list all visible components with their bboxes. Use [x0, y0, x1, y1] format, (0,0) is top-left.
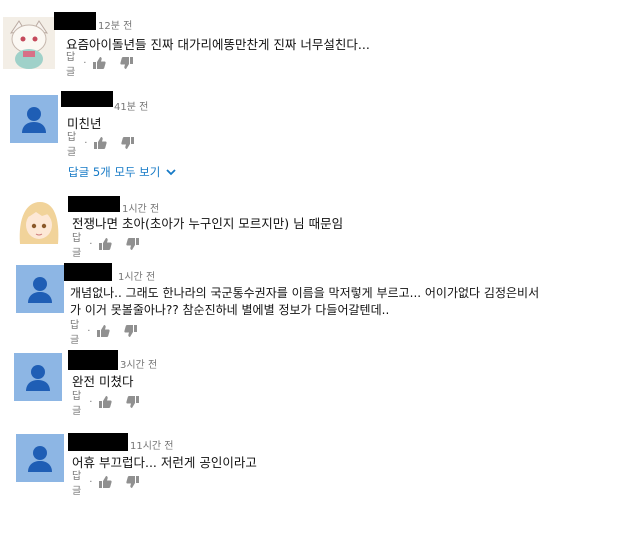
view-replies-label: 답글 5개 모두 보기 [68, 165, 161, 179]
default-user-icon[interactable] [16, 434, 64, 482]
separator-dot: · [83, 57, 87, 69]
comment-text-line-2: 가 이거 못볼줄아나?? 참순진하네 별에별 정보가 다들어갈텐데.. [70, 303, 390, 317]
thumbs-down-icon[interactable] [126, 395, 140, 409]
reply-button[interactable]: 답글 [72, 229, 81, 259]
default-user-icon[interactable] [10, 95, 58, 143]
view-all-replies-link[interactable]: 답글 5개 모두 보기 [68, 164, 176, 180]
default-user-icon[interactable] [14, 353, 62, 401]
redacted-username[interactable] [64, 263, 112, 281]
separator-dot: · [89, 396, 93, 408]
redacted-username[interactable] [54, 12, 96, 30]
redacted-username[interactable] [61, 91, 113, 107]
thumbs-down-icon[interactable] [121, 136, 135, 150]
thumbs-down-icon[interactable] [124, 324, 138, 338]
separator-dot: · [87, 325, 91, 337]
thumbs-up-icon[interactable] [92, 56, 107, 70]
comment-text: 완전 미쳤다 [72, 374, 134, 389]
thumbs-up-icon[interactable] [93, 136, 108, 150]
avatar-anime-girl[interactable] [14, 198, 64, 248]
thumbs-down-icon[interactable] [126, 475, 140, 489]
comment-actions: 답글 · [72, 471, 154, 497]
default-user-icon[interactable] [16, 265, 64, 313]
redacted-username[interactable] [68, 196, 120, 212]
reply-button[interactable]: 답글 [67, 128, 76, 158]
comment-time[interactable]: 12분 전 [98, 17, 132, 32]
separator-dot: · [89, 476, 93, 488]
thumbs-up-icon[interactable] [98, 237, 113, 251]
thumbs-up-icon[interactable] [96, 324, 111, 338]
comment-text: 어휴 부끄럽다... 저런게 공인이라고 [72, 455, 257, 470]
reply-button[interactable]: 답글 [70, 316, 79, 346]
comment-time[interactable]: 1시간 전 [118, 268, 155, 283]
thumbs-up-icon[interactable] [98, 475, 113, 489]
reply-button[interactable]: 답글 [72, 467, 81, 497]
avatar-anime-cat[interactable] [3, 17, 55, 69]
comment-time[interactable]: 1시간 전 [122, 200, 159, 215]
redacted-username[interactable] [68, 433, 128, 451]
redacted-username[interactable] [68, 350, 118, 370]
comment-text: 요즘아이돌년들 진짜 대가리에똥만찬게 진짜 너무설친다... [66, 37, 370, 52]
comment-text: 전쟁나면 초아(초아가 누구인지 모르지만) 님 때문임 [72, 216, 344, 231]
comment-actions: 답글 · [72, 233, 154, 259]
reply-button[interactable]: 답글 [66, 48, 75, 78]
comment-time[interactable]: 11시간 전 [130, 437, 174, 452]
comment-actions: 답글 · [70, 320, 152, 346]
reply-button[interactable]: 답글 [72, 387, 81, 417]
comment-actions: 답글 · [72, 391, 154, 417]
comment-text-line-1: 개념없나.. 그래도 한나라의 국군통수권자를 이름을 막저렇게 부르고... … [70, 286, 540, 300]
comment-time[interactable]: 41분 전 [114, 98, 148, 113]
comment-actions: 답글 · [66, 52, 148, 78]
separator-dot: · [84, 137, 88, 149]
comment-time[interactable]: 3시간 전 [120, 356, 157, 371]
separator-dot: · [89, 238, 93, 250]
thumbs-up-icon[interactable] [98, 395, 113, 409]
thumbs-down-icon[interactable] [126, 237, 140, 251]
thumbs-down-icon[interactable] [120, 56, 134, 70]
chevron-down-icon [166, 165, 176, 179]
comment-actions: 답글 · [67, 132, 149, 158]
